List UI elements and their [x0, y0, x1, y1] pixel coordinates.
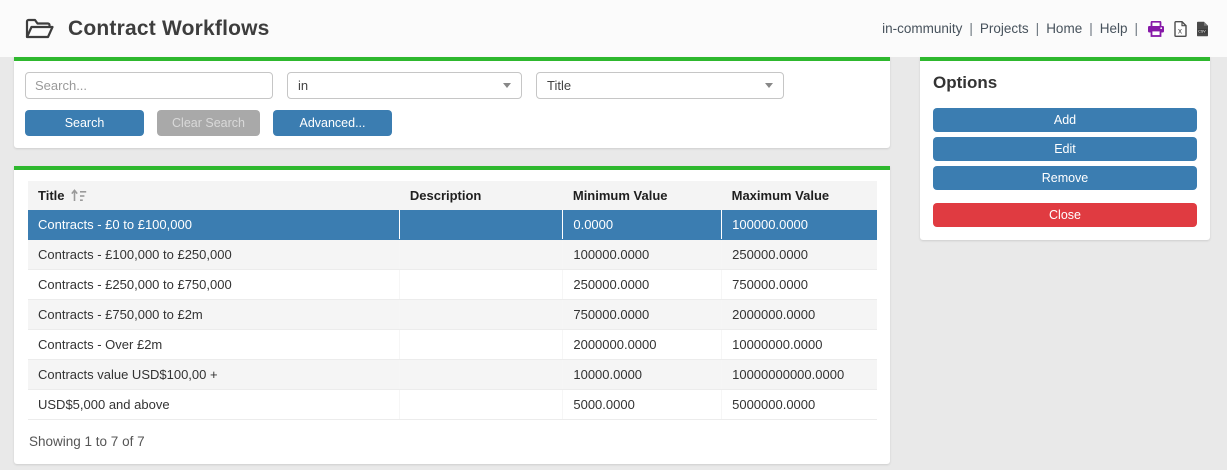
cell-description	[400, 390, 563, 420]
cell-title: Contracts - £750,000 to £2m	[28, 300, 400, 330]
table-row[interactable]: Contracts value USD$100,00 + 10000.0000 …	[28, 360, 877, 390]
clear-search-button[interactable]: Clear Search	[157, 110, 260, 136]
cell-max-value: 2000000.0000	[722, 300, 877, 330]
advanced-search-button[interactable]: Advanced...	[273, 110, 392, 136]
column-header-label: Minimum Value	[573, 188, 668, 203]
open-folder-icon	[24, 17, 54, 41]
chevron-down-icon	[503, 83, 511, 88]
column-header-label: Description	[410, 188, 482, 203]
excel-export-icon[interactable]: x	[1174, 21, 1187, 37]
search-field-select[interactable]: Title	[536, 72, 784, 99]
column-header-description[interactable]: Description	[400, 181, 563, 210]
options-panel: Options Add Edit Remove Close	[920, 57, 1210, 240]
cell-min-value: 750000.0000	[563, 300, 722, 330]
printer-icon[interactable]	[1147, 21, 1165, 37]
search-panel: in Title Search Clear Search Advanced...	[14, 57, 890, 148]
top-nav: in-community | Projects | Home | Help | …	[882, 21, 1209, 37]
cell-title: Contracts - £250,000 to £750,000	[28, 270, 400, 300]
column-header-label: Maximum Value	[732, 188, 830, 203]
nav-separator: |	[969, 21, 973, 36]
column-header-label: Title	[38, 188, 65, 203]
add-button[interactable]: Add	[933, 108, 1197, 132]
nav-separator: |	[1036, 21, 1040, 36]
nav-separator: |	[1134, 21, 1138, 36]
results-count: Showing 1 to 7 of 7	[28, 420, 877, 464]
nav-link-help[interactable]: Help	[1100, 21, 1128, 36]
header-bar: Contract Workflows in-community | Projec…	[0, 0, 1227, 57]
cell-max-value: 5000000.0000	[722, 390, 877, 420]
csv-export-icon[interactable]: CSV	[1196, 21, 1209, 37]
nav-link-in-community[interactable]: in-community	[882, 21, 962, 36]
cell-min-value: 2000000.0000	[563, 330, 722, 360]
svg-text:x: x	[1178, 26, 1182, 35]
chevron-down-icon	[765, 83, 773, 88]
cell-max-value: 100000.0000	[722, 210, 877, 240]
results-panel: Title	[14, 166, 890, 464]
cell-min-value: 10000.0000	[563, 360, 722, 390]
cell-description	[400, 360, 563, 390]
table-row-selected[interactable]: Contracts - £0 to £100,000 0.0000 100000…	[28, 210, 877, 240]
table-row[interactable]: Contracts - £750,000 to £2m 750000.0000 …	[28, 300, 877, 330]
cell-max-value: 750000.0000	[722, 270, 877, 300]
nav-separator: |	[1089, 21, 1093, 36]
options-title: Options	[933, 73, 1197, 93]
cell-title: Contracts - £100,000 to £250,000	[28, 240, 400, 270]
page-title: Contract Workflows	[68, 17, 270, 41]
cell-min-value: 0.0000	[563, 210, 722, 240]
cell-min-value: 250000.0000	[563, 270, 722, 300]
table-row[interactable]: USD$5,000 and above 5000.0000 5000000.00…	[28, 390, 877, 420]
svg-text:CSV: CSV	[1198, 29, 1206, 33]
sort-ascending-icon	[71, 189, 87, 202]
table-row[interactable]: Contracts - £100,000 to £250,000 100000.…	[28, 240, 877, 270]
table-row[interactable]: Contracts - Over £2m 2000000.0000 100000…	[28, 330, 877, 360]
cell-description	[400, 300, 563, 330]
cell-max-value: 10000000.0000	[722, 330, 877, 360]
cell-title: Contracts - £0 to £100,000	[28, 210, 400, 240]
cell-title: USD$5,000 and above	[28, 390, 400, 420]
cell-max-value: 250000.0000	[722, 240, 877, 270]
cell-min-value: 5000.0000	[563, 390, 722, 420]
workflows-table: Title	[28, 181, 877, 420]
cell-title: Contracts - Over £2m	[28, 330, 400, 360]
column-header-title[interactable]: Title	[28, 181, 400, 210]
edit-button[interactable]: Edit	[933, 137, 1197, 161]
table-row[interactable]: Contracts - £250,000 to £750,000 250000.…	[28, 270, 877, 300]
cell-description	[400, 240, 563, 270]
remove-button[interactable]: Remove	[933, 166, 1197, 190]
cell-max-value: 10000000000.0000	[722, 360, 877, 390]
cell-description	[400, 210, 563, 240]
cell-description	[400, 330, 563, 360]
search-button[interactable]: Search	[25, 110, 144, 136]
cell-description	[400, 270, 563, 300]
nav-link-home[interactable]: Home	[1046, 21, 1082, 36]
column-header-maximum-value[interactable]: Maximum Value	[722, 181, 877, 210]
nav-link-projects[interactable]: Projects	[980, 21, 1029, 36]
cell-title: Contracts value USD$100,00 +	[28, 360, 400, 390]
search-operator-select[interactable]: in	[287, 72, 522, 99]
column-header-minimum-value[interactable]: Minimum Value	[563, 181, 722, 210]
search-field-value: Title	[547, 78, 757, 93]
search-input[interactable]	[25, 72, 273, 99]
search-operator-value: in	[298, 78, 495, 93]
close-button[interactable]: Close	[933, 203, 1197, 227]
cell-min-value: 100000.0000	[563, 240, 722, 270]
